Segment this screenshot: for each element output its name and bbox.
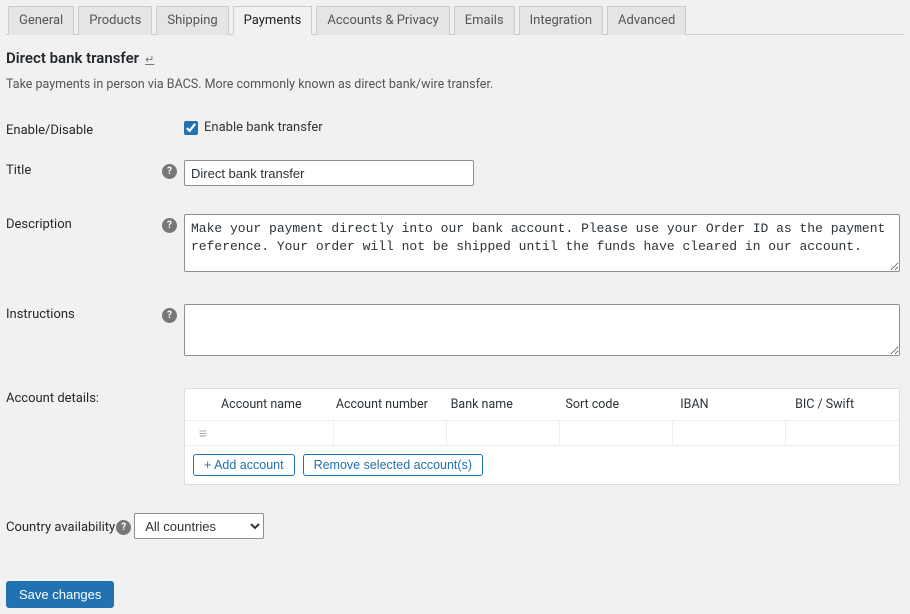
label-instructions: Instructions [6,304,162,322]
back-link[interactable]: ↵ [145,53,154,66]
label-title: Title [6,160,162,178]
tab-accounts-privacy[interactable]: Accounts & Privacy [316,6,449,35]
enable-checkbox[interactable] [184,121,198,135]
label-enable: Enable/Disable [6,120,162,138]
help-icon[interactable]: ? [116,520,131,535]
country-select[interactable]: All countries [134,513,264,539]
tab-advanced[interactable]: Advanced [607,6,686,35]
account-details-table: Account name Account number Bank name So… [184,388,900,485]
col-bank-name: Bank name [451,389,566,420]
sort-code-input[interactable] [560,421,673,445]
remove-account-button[interactable]: Remove selected account(s) [303,454,483,476]
tab-shipping[interactable]: Shipping [156,6,228,35]
account-table-header: Account name Account number Bank name So… [185,389,899,421]
col-iban: IBAN [680,389,795,420]
help-icon[interactable]: ? [162,308,177,323]
tab-payments[interactable]: Payments [233,6,313,35]
title-input[interactable] [184,160,474,186]
account-row: ≡ [185,421,899,446]
account-table-footer: + Add account Remove selected account(s) [185,446,899,484]
col-sort-code: Sort code [565,389,680,420]
page-title: Direct bank transfer [6,49,139,67]
help-icon[interactable]: ? [162,218,177,233]
drag-handle-icon[interactable]: ≡ [185,421,221,445]
instructions-textarea[interactable] [184,304,900,356]
account-number-input[interactable] [334,421,447,445]
add-account-button[interactable]: + Add account [193,454,295,476]
account-name-input[interactable] [221,421,334,445]
label-account-details: Account details: [6,388,162,406]
save-changes-button[interactable]: Save changes [6,581,114,608]
enable-checkbox-label: Enable bank transfer [204,120,323,135]
help-icon[interactable]: ? [162,164,177,179]
tab-general[interactable]: General [8,6,74,35]
tab-integration[interactable]: Integration [519,6,603,35]
label-country-availability: Country availability [6,517,116,535]
enable-checkbox-row[interactable]: Enable bank transfer [184,120,904,135]
description-textarea[interactable]: Make your payment directly into our bank… [184,214,900,272]
col-account-number: Account number [336,389,451,420]
intro-text: Take payments in person via BACS. More c… [6,77,904,92]
col-account-name: Account name [221,389,336,420]
tab-emails[interactable]: Emails [454,6,515,35]
tab-products[interactable]: Products [78,6,152,35]
bic-swift-input[interactable] [786,421,899,445]
iban-input[interactable] [673,421,786,445]
label-description: Description [6,214,162,232]
bank-name-input[interactable] [447,421,560,445]
col-bic-swift: BIC / Swift [795,389,899,420]
settings-tabs: General Products Shipping Payments Accou… [6,6,904,35]
